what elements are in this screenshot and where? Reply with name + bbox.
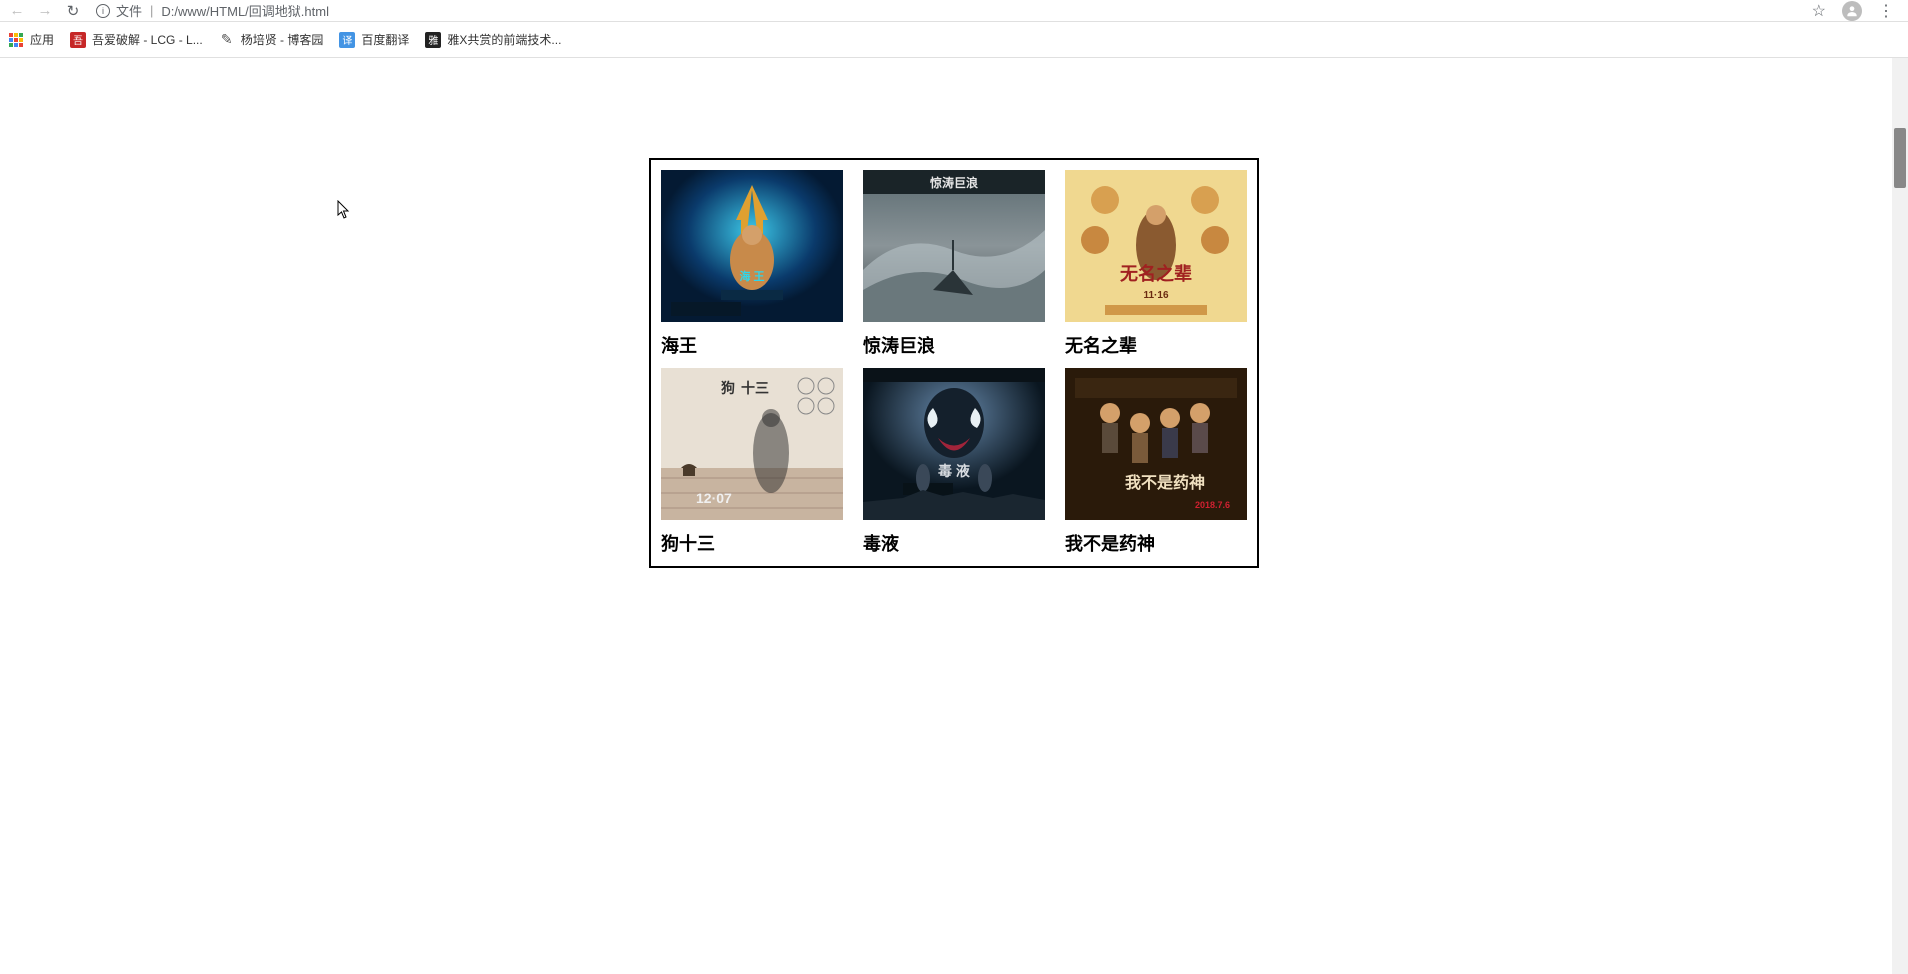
browser-toolbar: ← → ↻ i 文件 | D:/www/HTML/回调地狱.html ☆ ⋮	[0, 0, 1908, 22]
bookmark-label: 雅X共赏的前端技术...	[447, 31, 561, 48]
bookmark-item[interactable]: ✎ 杨培贤 - 博客园	[219, 31, 324, 48]
reload-button[interactable]: ↻	[64, 2, 82, 20]
movie-title: 海王	[661, 332, 843, 358]
profile-avatar-icon[interactable]	[1842, 1, 1862, 21]
movie-card: 狗 十三 12·07 狗十三	[661, 368, 843, 556]
bookmark-star-icon[interactable]: ☆	[1812, 1, 1826, 21]
browser-menu-icon[interactable]: ⋮	[1872, 1, 1900, 21]
svg-text:狗: 狗	[721, 380, 735, 396]
movie-poster[interactable]: 毒 液	[863, 368, 1045, 520]
bookmark-favicon-icon: 吾	[70, 32, 86, 48]
movie-card: 惊涛巨浪 惊涛巨浪	[863, 170, 1045, 358]
svg-text:我不是药神: 我不是药神	[1125, 473, 1205, 492]
bookmark-label: 吾爱破解 - LCG - L...	[92, 31, 203, 48]
movie-card: 海 王 海王	[661, 170, 843, 358]
movie-title: 无名之辈	[1065, 332, 1247, 358]
svg-text:11·16: 11·16	[1143, 290, 1168, 301]
url-text: D:/www/HTML/回调地狱.html	[161, 1, 329, 20]
svg-text:毒 液: 毒 液	[938, 463, 971, 479]
svg-text:惊涛巨浪: 惊涛巨浪	[930, 175, 978, 190]
bookmark-label: 百度翻译	[361, 31, 409, 48]
site-info-icon[interactable]: i	[96, 4, 110, 18]
bookmark-favicon-icon: 雅	[425, 32, 441, 48]
url-separator: |	[150, 3, 153, 18]
apps-shortcut[interactable]: 应用	[8, 31, 54, 48]
svg-text:无名之辈: 无名之辈	[1120, 263, 1192, 284]
svg-text:海 王: 海 王	[739, 269, 764, 283]
bookmark-label: 杨培贤 - 博客园	[241, 31, 324, 48]
bookmark-favicon-icon: 译	[339, 32, 355, 48]
bookmarks-bar: 应用 吾 吾爱破解 - LCG - L... ✎ 杨培贤 - 博客园 译 百度翻…	[0, 22, 1908, 58]
movie-poster[interactable]: 惊涛巨浪	[863, 170, 1045, 322]
movie-card: 毒 液 毒液	[863, 368, 1045, 556]
movie-poster[interactable]: 我不是药神 2018.7.6	[1065, 368, 1247, 520]
bookmark-item[interactable]: 雅 雅X共赏的前端技术...	[425, 31, 561, 48]
movie-poster[interactable]: 狗 十三 12·07	[661, 368, 843, 520]
bookmark-item[interactable]: 译 百度翻译	[339, 31, 409, 48]
back-button[interactable]: ←	[8, 2, 26, 20]
svg-text:12·07: 12·07	[696, 490, 732, 506]
movie-card: 我不是药神 2018.7.6 我不是药神	[1065, 368, 1247, 556]
forward-button[interactable]: →	[36, 2, 54, 20]
address-bar[interactable]: i 文件 | D:/www/HTML/回调地狱.html	[92, 1, 1802, 20]
movie-title: 惊涛巨浪	[863, 332, 1045, 358]
apps-label: 应用	[30, 31, 54, 48]
movie-poster[interactable]: 无名之辈 11·16	[1065, 170, 1247, 322]
page-content: 海 王 海王 惊涛巨浪 惊涛巨浪	[0, 58, 1908, 568]
movie-poster[interactable]: 海 王	[661, 170, 843, 322]
apps-icon	[8, 32, 24, 48]
movie-card: 无名之辈 11·16 无名之辈	[1065, 170, 1247, 358]
vertical-scrollbar[interactable]	[1892, 58, 1908, 974]
movie-title: 狗十三	[661, 530, 843, 556]
svg-text:2018.7.6: 2018.7.6	[1195, 500, 1230, 510]
url-prefix: 文件	[116, 1, 142, 20]
movie-grid: 海 王 海王 惊涛巨浪 惊涛巨浪	[649, 158, 1259, 568]
svg-text:十三: 十三	[741, 380, 769, 396]
movie-title: 我不是药神	[1065, 530, 1247, 556]
bookmark-item[interactable]: 吾 吾爱破解 - LCG - L...	[70, 31, 203, 48]
bookmark-favicon-icon: ✎	[219, 32, 235, 48]
scrollbar-thumb[interactable]	[1894, 128, 1906, 188]
movie-title: 毒液	[863, 530, 1045, 556]
